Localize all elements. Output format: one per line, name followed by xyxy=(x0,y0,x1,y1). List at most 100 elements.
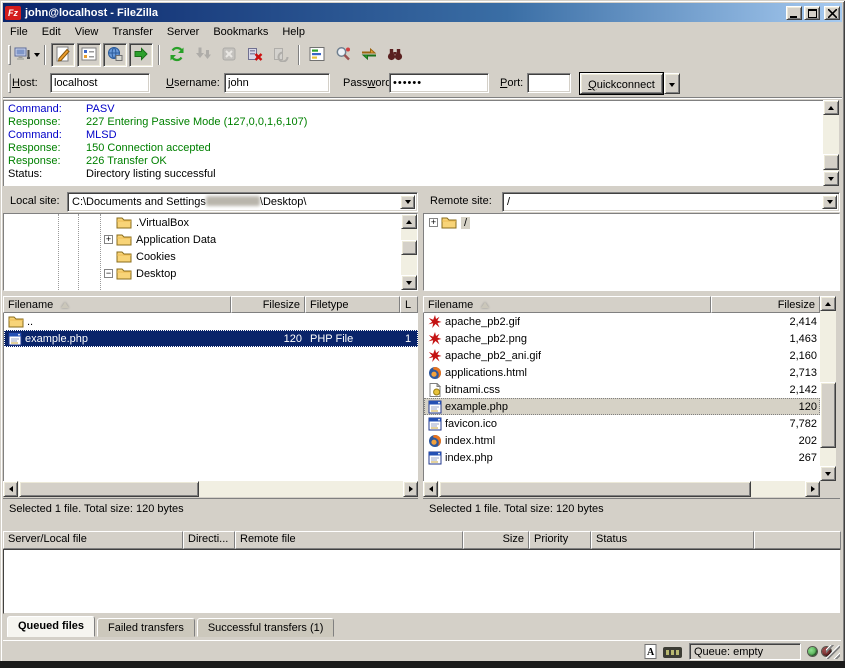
file-row-favicon-ico[interactable]: favicon.ico7,782 xyxy=(424,415,820,432)
disconnect-button[interactable] xyxy=(243,43,267,67)
menu-item-help[interactable]: Help xyxy=(275,24,312,40)
queue-column-directi-[interactable]: Directi... xyxy=(183,531,235,549)
password-input[interactable] xyxy=(389,73,489,93)
expand-plus-icon[interactable]: + xyxy=(104,235,113,244)
filezilla-app-icon[interactable]: Fz xyxy=(5,6,21,20)
scroll-up-button[interactable] xyxy=(401,214,417,229)
scroll-down-button[interactable] xyxy=(820,466,836,481)
remote-combo-arrow[interactable] xyxy=(822,195,837,209)
column-header-filename[interactable]: Filename xyxy=(3,296,231,313)
queue-column-remote-file[interactable]: Remote file xyxy=(235,531,463,549)
queue-column-status[interactable]: Status xyxy=(591,531,754,549)
maximize-button[interactable] xyxy=(804,6,820,20)
username-input[interactable] xyxy=(224,73,330,93)
minimize-button[interactable] xyxy=(786,6,802,20)
local-tree-scrollbar[interactable] xyxy=(401,214,417,290)
toggle-local-tree-button[interactable] xyxy=(77,43,101,67)
ascii-type-icon[interactable]: A xyxy=(644,644,658,662)
column-header-l[interactable]: L xyxy=(400,296,418,313)
queue-list-area[interactable] xyxy=(3,549,841,614)
tree-item-cookies[interactable]: Cookies xyxy=(4,248,417,265)
local-list-hscrollbar[interactable] xyxy=(3,481,418,497)
scroll-thumb[interactable] xyxy=(823,154,839,170)
toolbar-grip[interactable] xyxy=(8,45,11,65)
host-input[interactable] xyxy=(50,73,150,93)
reconnect-icon xyxy=(273,46,289,65)
scroll-thumb[interactable] xyxy=(401,240,417,255)
tree-item-application-data[interactable]: +Application Data xyxy=(4,231,417,248)
scroll-down-button[interactable] xyxy=(401,275,417,290)
close-button[interactable] xyxy=(824,6,840,20)
file-row-apache-pb2-png[interactable]: apache_pb2.png1,463 xyxy=(424,330,820,347)
remote-list-scrollbar[interactable] xyxy=(820,296,836,481)
scroll-left-button[interactable] xyxy=(423,481,438,497)
tree-item-desktop[interactable]: −Desktop xyxy=(4,265,417,282)
file-row-index-php[interactable]: index.php267 xyxy=(424,449,820,466)
tab-successful-transfers-1-[interactable]: Successful transfers (1) xyxy=(197,618,335,637)
file-row-applications-html[interactable]: applications.html2,713 xyxy=(424,364,820,381)
menu-item-file[interactable]: File xyxy=(3,24,35,40)
column-header-filetype[interactable]: Filetype xyxy=(305,296,400,313)
filesize-cell: 120 xyxy=(712,398,820,415)
scroll-thumb[interactable] xyxy=(19,481,199,497)
menu-item-bookmarks[interactable]: Bookmarks xyxy=(206,24,275,40)
scroll-up-button[interactable] xyxy=(823,100,839,115)
collapse-minus-icon[interactable]: − xyxy=(104,269,113,278)
tab-failed-transfers[interactable]: Failed transfers xyxy=(97,618,195,637)
scroll-left-button[interactable] xyxy=(3,481,18,497)
scroll-thumb[interactable] xyxy=(820,382,836,448)
queue-column-priority[interactable]: Priority xyxy=(529,531,591,549)
port-input[interactable] xyxy=(527,73,571,93)
menu-item-edit[interactable]: Edit xyxy=(35,24,68,40)
local-site-combo[interactable]: C:\Documents and Settings\Desktop\ xyxy=(67,192,418,212)
encryption-status-icon[interactable] xyxy=(663,647,682,661)
column-header-filesize[interactable]: Filesize xyxy=(711,296,820,313)
find-files-button[interactable] xyxy=(383,43,407,67)
quickbar-grip[interactable] xyxy=(8,73,11,93)
scroll-right-button[interactable] xyxy=(403,481,418,497)
cancel-operation-button[interactable] xyxy=(217,43,241,67)
menu-item-transfer[interactable]: Transfer xyxy=(105,24,160,40)
column-header-filesize[interactable]: Filesize xyxy=(231,296,305,313)
tab-queued-files[interactable]: Queued files xyxy=(7,616,95,637)
local-combo-arrow[interactable] xyxy=(400,195,415,209)
tree-item--virtualbox[interactable]: .VirtualBox xyxy=(4,214,417,231)
file-row-apache-pb2-ani-gif[interactable]: apache_pb2_ani.gif2,160 xyxy=(424,347,820,364)
queue-column-server-local-file[interactable]: Server/Local file xyxy=(3,531,183,549)
tree-item--[interactable]: +/ xyxy=(424,214,839,231)
site-manager-button[interactable] xyxy=(15,43,39,67)
file-row-bitnami-css[interactable]: bitnami.css2,142 xyxy=(424,381,820,398)
quickconnect-button[interactable]: Quickconnect xyxy=(580,73,663,94)
file-row--[interactable]: .. xyxy=(4,313,418,330)
local-path-value: C:\Documents and Settings\Desktop\ xyxy=(72,196,306,208)
menu-item-view[interactable]: View xyxy=(68,24,106,40)
toggle-message-log-button[interactable] xyxy=(51,43,75,67)
refresh-file-lists-button[interactable] xyxy=(165,43,189,67)
title-bar[interactable]: Fz john@localhost - FileZilla xyxy=(3,3,842,22)
remote-list-hscrollbar[interactable] xyxy=(423,481,820,497)
scroll-down-button[interactable] xyxy=(823,171,839,186)
file-row-apache-pb2-gif[interactable]: apache_pb2.gif2,414 xyxy=(424,313,820,330)
file-row-example-php[interactable]: example.php120PHP File1 xyxy=(4,330,418,347)
queue-tabs: Queued filesFailed transfersSuccessful t… xyxy=(3,616,841,637)
remote-site-combo[interactable]: / xyxy=(502,192,840,212)
file-row-example-php[interactable]: example.php120 xyxy=(424,398,820,415)
queue-column-size[interactable]: Size xyxy=(463,531,529,549)
quickconnect-dropdown-button[interactable] xyxy=(664,73,680,94)
file-row-index-html[interactable]: index.html202 xyxy=(424,432,820,449)
directory-comparison-button[interactable] xyxy=(331,43,355,67)
scroll-right-button[interactable] xyxy=(805,481,820,497)
column-header-filename[interactable]: Filename xyxy=(423,296,711,313)
process-queue-button[interactable] xyxy=(191,43,215,67)
scroll-thumb[interactable] xyxy=(439,481,751,497)
synchronized-browsing-button[interactable] xyxy=(357,43,381,67)
message-log-scrollbar[interactable] xyxy=(823,100,839,186)
expand-plus-icon[interactable]: + xyxy=(429,218,438,227)
toggle-transfer-queue-button[interactable] xyxy=(129,43,153,67)
reconnect-button[interactable] xyxy=(269,43,293,67)
toggle-remote-tree-button[interactable] xyxy=(103,43,127,67)
directory-listing-filters-button[interactable] xyxy=(305,43,329,67)
menu-item-server[interactable]: Server xyxy=(160,24,206,40)
resize-grip[interactable] xyxy=(826,645,840,659)
scroll-up-button[interactable] xyxy=(820,296,836,311)
